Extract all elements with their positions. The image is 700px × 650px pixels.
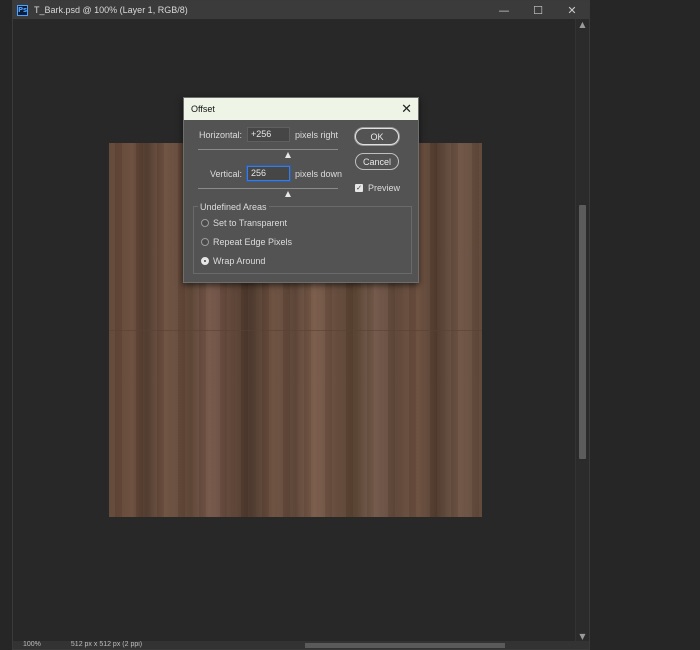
vertical-slider-thumb[interactable] [285, 191, 291, 197]
horizontal-scroll-thumb[interactable] [305, 643, 505, 648]
close-icon[interactable]: ✕ [555, 1, 589, 19]
horizontal-slider-thumb[interactable] [285, 152, 291, 158]
ok-button[interactable]: OK [355, 128, 399, 145]
vertical-unit: pixels down [295, 169, 343, 179]
window-controls: — ☐ ✕ [487, 1, 589, 19]
document-size: 512 px x 512 px (2 ppi) [70, 641, 143, 648]
vertical-slider-track[interactable] [198, 188, 338, 189]
vertical-scrollbar[interactable]: ▲ ▼ [575, 19, 589, 643]
dialog-title-bar[interactable]: Offset ✕ [184, 98, 418, 120]
set-to-transparent-label: Set to Transparent [213, 218, 288, 228]
document-title: T_Bark.psd @ 100% (Layer 1, RGB/8) [34, 5, 188, 15]
wrap-around-label: Wrap Around [213, 256, 266, 266]
preview-checkbox[interactable]: ✓ [355, 184, 363, 192]
set-to-transparent-radio[interactable] [201, 219, 209, 227]
maximize-icon[interactable]: ☐ [521, 1, 555, 19]
horizontal-label: Horizontal: [199, 130, 243, 140]
offset-seam [109, 330, 482, 331]
horizontal-slider-track[interactable] [198, 149, 338, 150]
document-title-bar[interactable]: Ps T_Bark.psd @ 100% (Layer 1, RGB/8) — … [13, 1, 589, 19]
cancel-button[interactable]: Cancel [355, 153, 399, 170]
preview-label: Preview [368, 183, 401, 193]
scroll-up-icon[interactable]: ▲ [576, 19, 589, 31]
vertical-label: Vertical: [210, 169, 243, 179]
close-icon[interactable]: ✕ [401, 103, 412, 116]
dialog-title: Offset [191, 104, 215, 114]
wrap-around-radio[interactable] [201, 257, 209, 265]
minimize-icon[interactable]: — [487, 1, 521, 19]
status-bar: 100% 512 px x 512 px (2 ppi) [13, 641, 589, 649]
undefined-areas-title: Undefined Areas [198, 202, 269, 212]
horizontal-unit: pixels right [295, 130, 339, 140]
vertical-input[interactable]: 256 [247, 166, 290, 181]
horizontal-input[interactable]: +256 [247, 127, 290, 142]
zoom-level[interactable]: 100% [23, 641, 41, 649]
repeat-edge-pixels-radio[interactable] [201, 238, 209, 246]
vertical-scroll-thumb[interactable] [579, 205, 586, 459]
repeat-edge-pixels-label: Repeat Edge Pixels [213, 237, 293, 247]
offset-dialog: Offset ✕ Horizontal: +256 pixels right V… [183, 97, 419, 283]
photoshop-icon: Ps [17, 4, 28, 16]
